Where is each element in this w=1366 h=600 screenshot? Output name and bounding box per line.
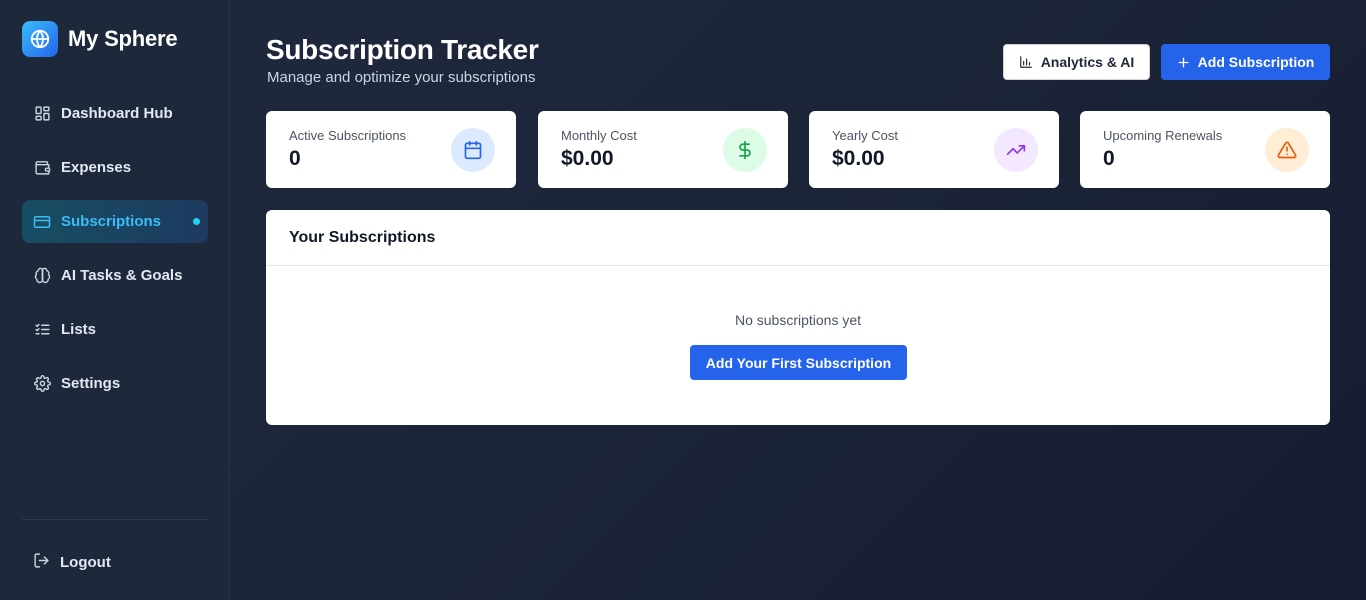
sidebar-item-label: Subscriptions [61, 213, 162, 230]
wallet-icon [33, 159, 51, 177]
analytics-ai-button[interactable]: Analytics & AI [1003, 44, 1150, 80]
stat-label: Monthly Cost [561, 128, 637, 143]
stat-card-upcoming-renewals: Upcoming Renewals 0 [1080, 111, 1330, 188]
grid-icon [33, 105, 51, 123]
sidebar-nav: Dashboard Hub Expenses Subscriptions AI … [22, 92, 208, 416]
stat-label: Yearly Cost [832, 128, 898, 143]
logout-icon [33, 552, 50, 573]
list-checks-icon [33, 321, 51, 339]
sidebar-item-label: Dashboard Hub [61, 105, 173, 122]
stat-card-monthly-cost: Monthly Cost $0.00 [538, 111, 788, 188]
logout-label: Logout [60, 554, 111, 571]
sidebar: My Sphere Dashboard Hub Expenses Subscri… [0, 0, 230, 600]
alert-triangle-icon [1265, 128, 1309, 172]
credit-card-icon [33, 213, 51, 231]
sidebar-item-settings[interactable]: Settings [22, 362, 208, 405]
stat-value: 0 [1103, 147, 1115, 170]
add-first-subscription-button[interactable]: Add Your First Subscription [690, 345, 907, 380]
sidebar-item-lists[interactable]: Lists [22, 308, 208, 351]
panel-title: Your Subscriptions [289, 228, 436, 246]
globe-icon [22, 21, 58, 57]
page-subtitle: Manage and optimize your subscriptions [267, 69, 536, 86]
sidebar-item-ai-tasks-goals[interactable]: AI Tasks & Goals [22, 254, 208, 297]
sidebar-item-label: AI Tasks & Goals [61, 267, 183, 284]
stat-value: $0.00 [561, 147, 614, 170]
empty-state-text: No subscriptions yet [734, 312, 862, 328]
stat-value: $0.00 [832, 147, 885, 170]
brand[interactable]: My Sphere [22, 21, 178, 57]
subscriptions-panel: Your Subscriptions No subscriptions yet … [266, 210, 1330, 425]
dollar-icon [723, 128, 767, 172]
add-subscription-label: Add Subscription [1197, 54, 1315, 70]
sidebar-item-label: Settings [61, 375, 121, 392]
stat-label: Upcoming Renewals [1103, 128, 1223, 143]
trending-up-icon [994, 128, 1038, 172]
brain-icon [33, 267, 51, 285]
stat-value: 0 [289, 147, 301, 170]
stat-card-yearly-cost: Yearly Cost $0.00 [809, 111, 1059, 188]
brand-name: My Sphere [68, 26, 178, 51]
sidebar-item-label: Lists [61, 321, 97, 338]
page-title: Subscription Tracker [266, 34, 539, 65]
app-root: My Sphere Dashboard Hub Expenses Subscri… [0, 0, 1366, 600]
plus-icon [1177, 56, 1190, 69]
panel-header: Your Subscriptions [266, 210, 1330, 266]
stat-card-active-subscriptions: Active Subscriptions 0 [266, 111, 516, 188]
add-subscription-button[interactable]: Add Subscription [1161, 44, 1330, 80]
sidebar-item-dashboard-hub[interactable]: Dashboard Hub [22, 92, 208, 135]
sidebar-item-subscriptions[interactable]: Subscriptions [22, 200, 208, 243]
sidebar-item-label: Expenses [61, 159, 132, 176]
stat-label: Active Subscriptions [289, 128, 407, 143]
sidebar-divider [22, 519, 208, 520]
gear-icon [33, 375, 51, 393]
sidebar-item-expenses[interactable]: Expenses [22, 146, 208, 189]
logout-button[interactable]: Logout [22, 541, 208, 584]
calendar-icon [451, 128, 495, 172]
active-indicator-dot [193, 218, 200, 225]
analytics-ai-label: Analytics & AI [1040, 54, 1135, 70]
bar-chart-icon [1019, 55, 1033, 69]
